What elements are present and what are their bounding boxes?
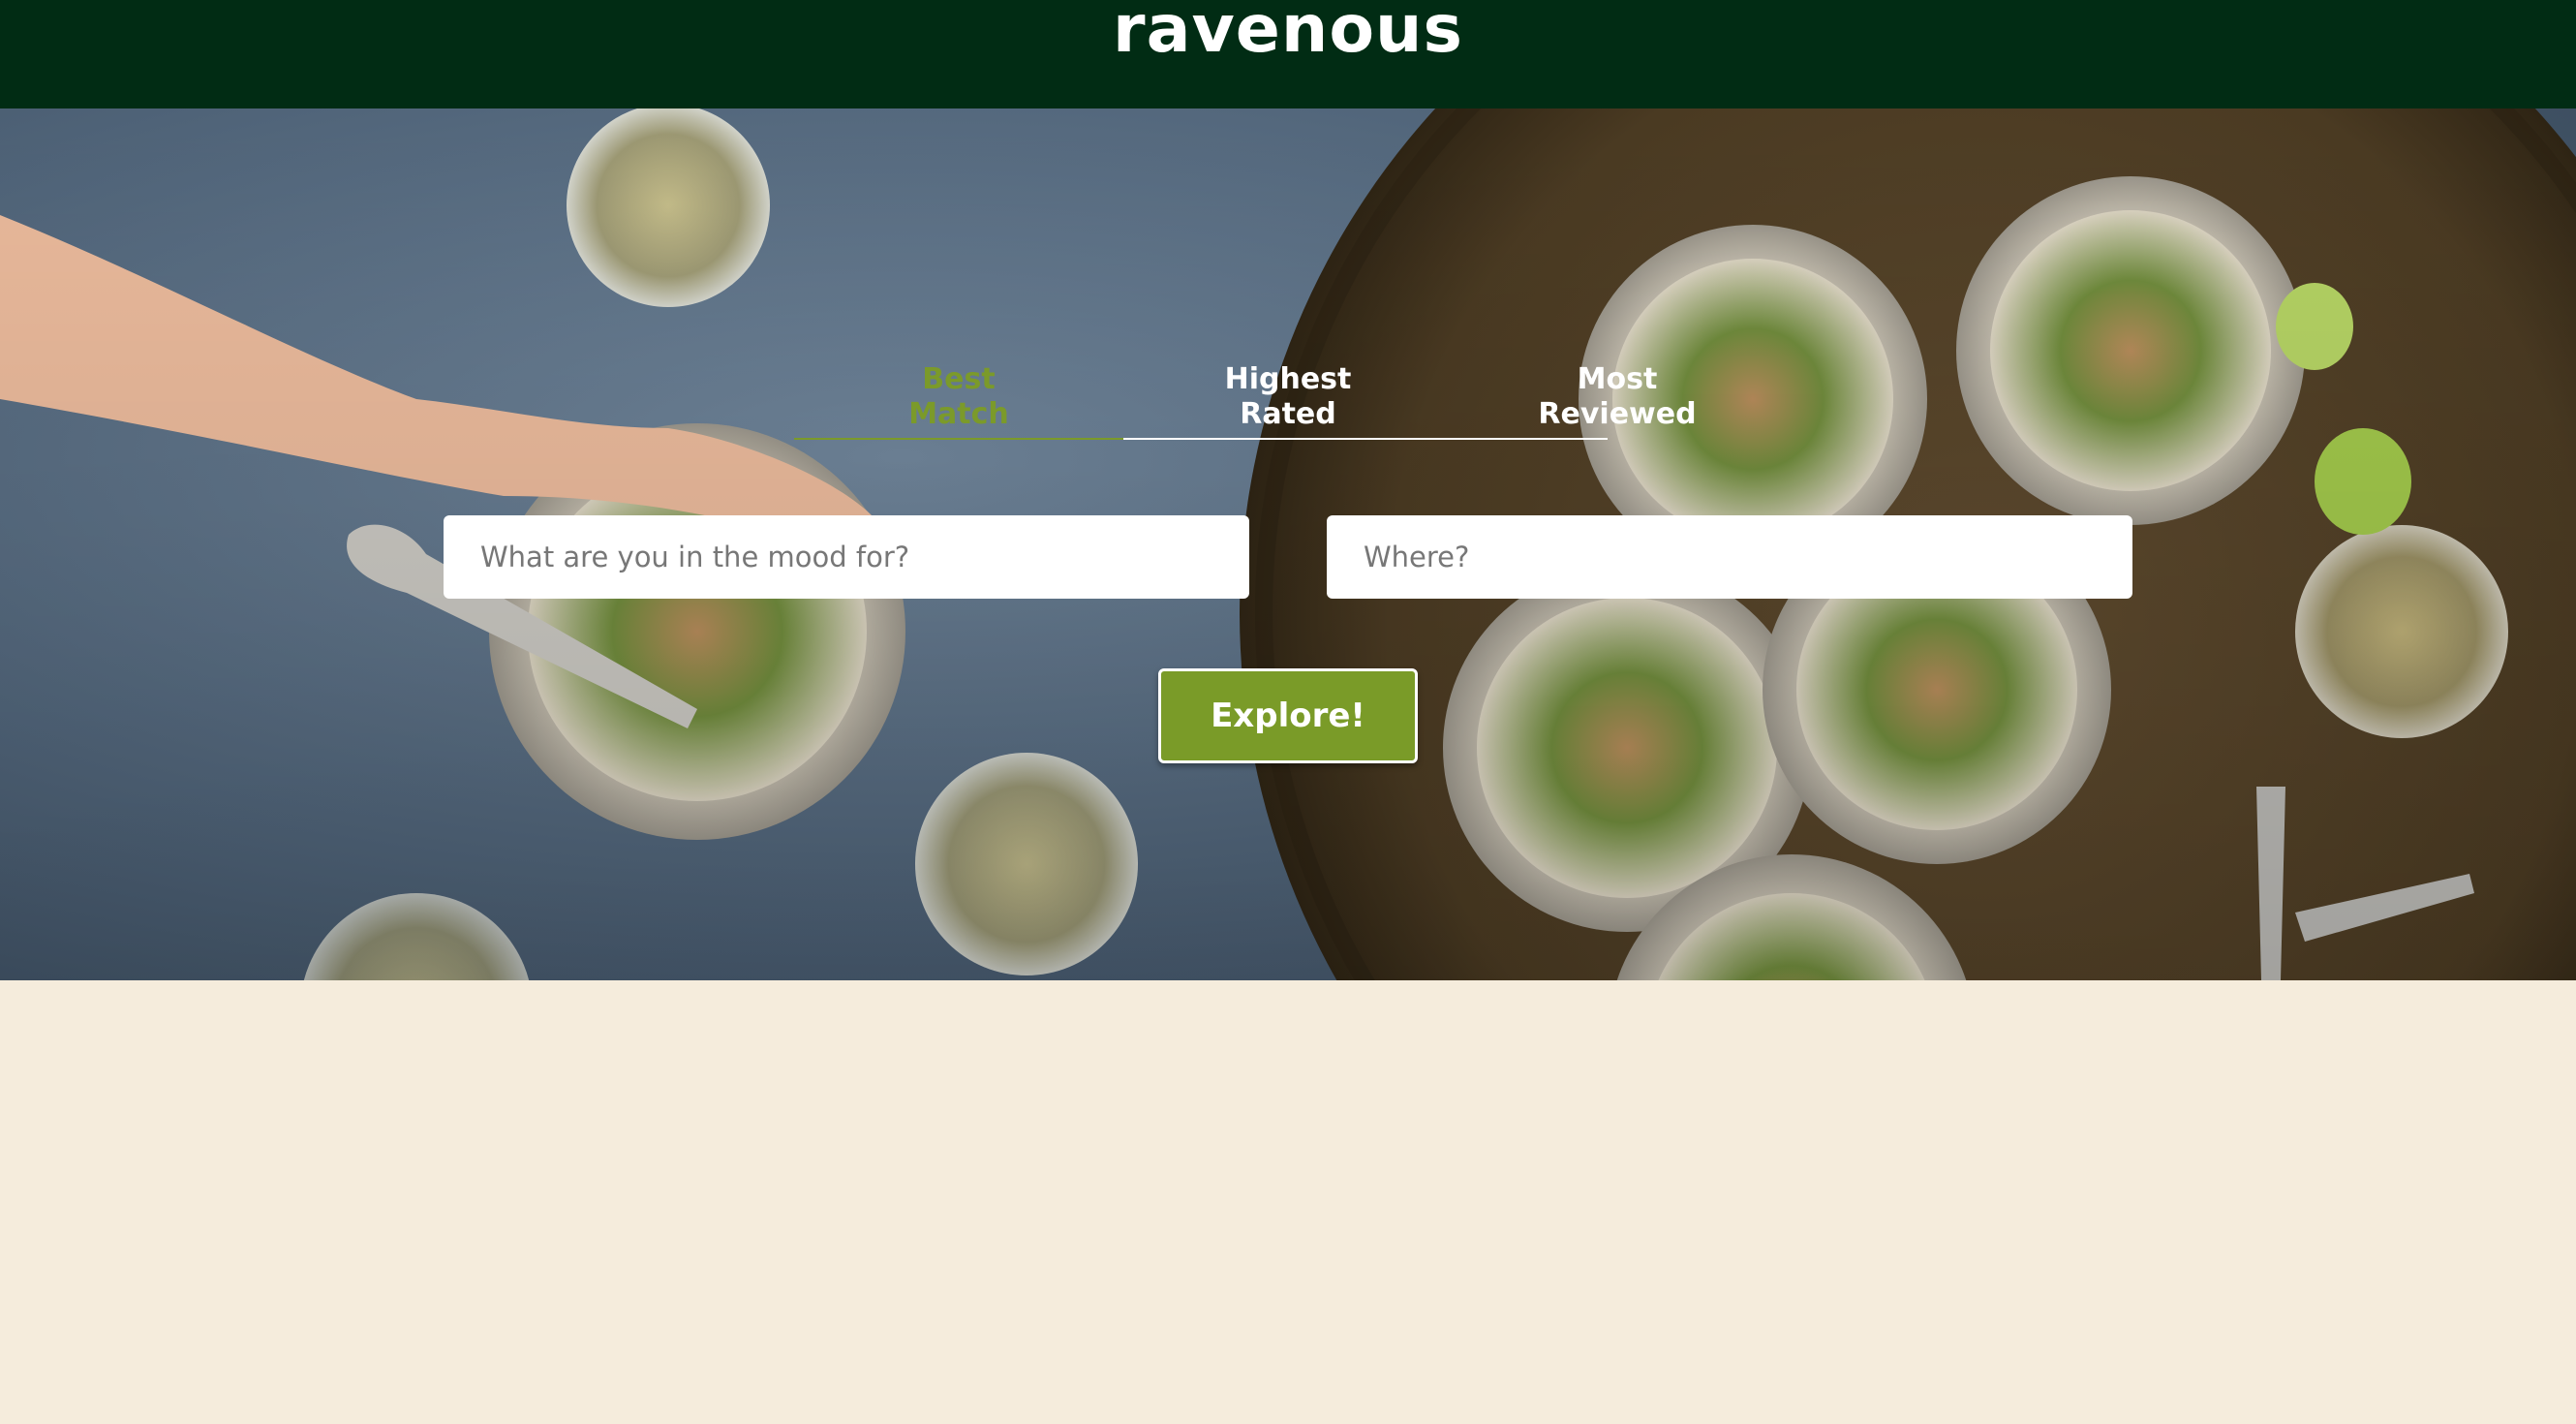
business-search-input[interactable] (444, 515, 1249, 599)
explore-button[interactable]: Explore! (1158, 668, 1418, 763)
app-header: ravenous (0, 0, 2576, 108)
tab-best-match[interactable]: Best Match (794, 362, 1123, 432)
page: ravenous Best Match Highest Rated Most R… (0, 0, 2576, 1424)
hero-banner: Best Match Highest Rated Most Reviewed E… (0, 108, 2576, 980)
tab-most-reviewed[interactable]: Most Reviewed (1453, 362, 1782, 432)
hero-background-image (0, 108, 2576, 980)
tab-highest-rated[interactable]: Highest Rated (1123, 362, 1453, 432)
sort-options: Best Match Highest Rated Most Reviewed (794, 351, 1782, 451)
results-area (0, 980, 2576, 1424)
tab-divider-line (1123, 438, 1608, 440)
active-tab-underline (794, 438, 1123, 440)
brand-logo: ravenous (1113, 0, 1463, 69)
location-search-input[interactable] (1327, 515, 2132, 599)
